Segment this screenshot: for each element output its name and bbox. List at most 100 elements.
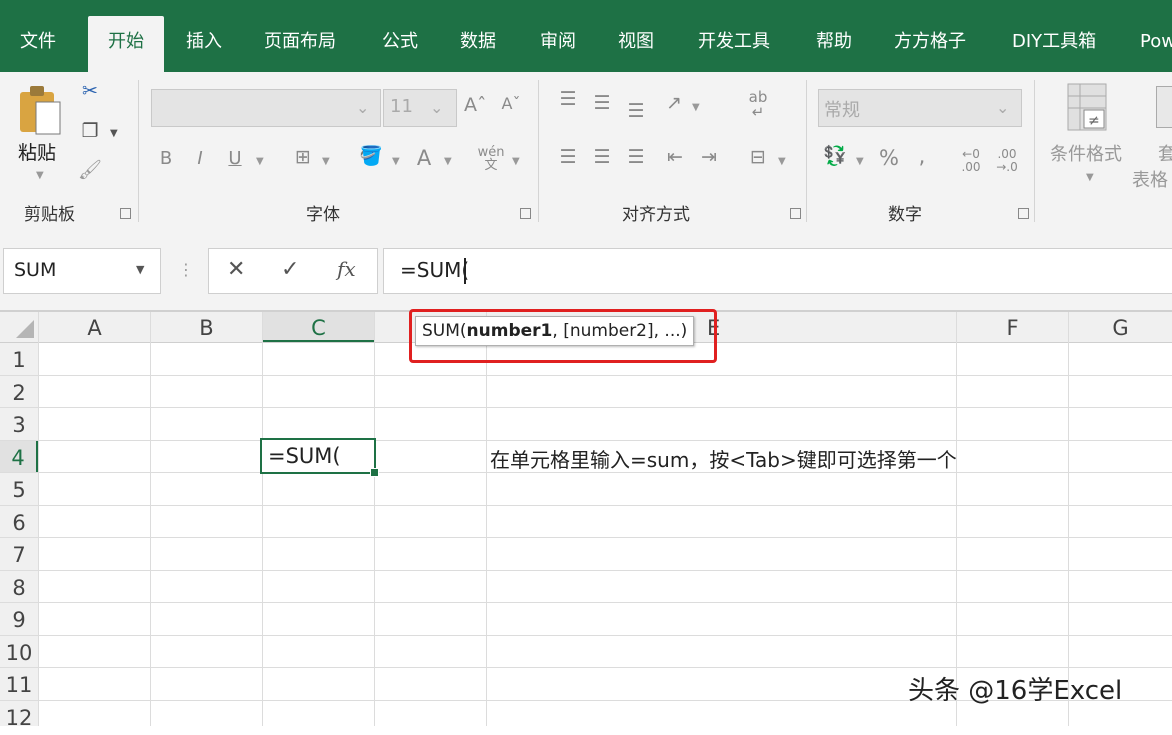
table-format-label-2[interactable]: 表格 [1132,166,1168,192]
align-center-icon[interactable]: ☰ [590,146,614,168]
row-header-8[interactable]: 8 [0,571,38,603]
tab-formulas[interactable]: 公式 [382,16,418,72]
align-left-icon[interactable]: ☰ [556,146,580,168]
align-top-icon[interactable]: ☰ [556,88,580,110]
phonetic-dropdown-icon[interactable]: ▼ [512,156,520,167]
row-header-1[interactable]: 1 [0,343,38,375]
select-all-button[interactable] [0,312,38,342]
tab-fangfang[interactable]: 方方格子 [894,16,966,72]
conditional-format-icon[interactable]: ≠ [1066,82,1110,132]
copy-icon[interactable]: ❐ [76,120,104,142]
row-header-7[interactable]: 7 [0,538,38,570]
font-color-dropdown-icon[interactable]: ▼ [444,156,452,167]
conditional-format-button[interactable]: 条件格式 [1050,140,1122,166]
separator [806,80,807,222]
copy-dropdown-icon[interactable]: ▼ [110,128,118,139]
increase-decimal-icon[interactable]: ←0.00 [956,148,986,174]
fill-handle[interactable] [370,468,379,477]
border-icon[interactable]: ⊞ [290,146,316,168]
column-header-c[interactable]: C [263,312,374,342]
column-header-a[interactable]: A [39,312,150,342]
tab-help[interactable]: 帮助 [816,16,852,72]
formula-input[interactable]: =SUM( [383,248,1172,294]
font-name-select[interactable] [151,89,381,127]
cut-icon[interactable]: ✂ [76,80,104,102]
row-header-11[interactable]: 11 [0,668,38,700]
name-box[interactable]: SUM ▼ [3,248,161,294]
format-painter-icon[interactable]: 🖌 [76,158,104,181]
orientation-icon[interactable]: ↗ [662,92,686,114]
row-header-5[interactable]: 5 [0,473,38,505]
row-header-10[interactable]: 10 [0,636,38,668]
row-header-6[interactable]: 6 [0,506,38,538]
increase-font-icon[interactable]: Aˆ [464,94,487,116]
align-middle-icon[interactable]: ☰ [590,92,614,114]
currency-icon[interactable]: 💱 [822,144,848,167]
number-format-value: 常规 [824,100,860,121]
tab-file[interactable]: 文件 [20,16,56,72]
paste-dropdown-icon[interactable]: ▼ [36,170,44,181]
comma-button[interactable]: , [912,144,932,168]
decrease-indent-icon[interactable]: ⇤ [662,146,688,168]
row-header-9[interactable]: 9 [0,603,38,635]
decrease-decimal-icon[interactable]: .00 →.0 [992,148,1022,174]
paste-button[interactable]: 粘贴 [18,138,56,165]
border-dropdown-icon[interactable]: ▼ [322,156,330,167]
tab-diy-toolbox[interactable]: DIY工具箱 [1012,16,1096,72]
underline-button[interactable]: U [224,148,246,169]
chevron-down-icon[interactable]: ▼ [136,263,144,276]
column-header-f[interactable]: F [957,312,1068,342]
conditional-format-dropdown-icon[interactable]: ▼ [1086,172,1094,183]
currency-dropdown-icon[interactable]: ▼ [856,156,864,167]
clipboard-launcher-icon[interactable] [120,208,131,219]
fill-dropdown-icon[interactable]: ▼ [392,156,400,167]
merge-center-icon[interactable]: ⊟ [744,146,772,168]
tooltip-rest[interactable]: , [number2], ...) [552,321,687,341]
tab-power[interactable]: Pow [1140,16,1172,72]
align-bottom-icon[interactable]: ☰ [624,100,648,122]
ribbon-tab-bar: 文件 开始 插入 页面布局 公式 数据 审阅 视图 开发工具 帮助 方方格子 D… [0,0,1172,72]
active-cell-text: =SUM( [268,444,341,468]
separator [538,80,539,222]
tab-home[interactable]: 开始 [88,16,164,72]
bold-button[interactable]: B [156,148,176,169]
orientation-dropdown-icon[interactable]: ▼ [692,102,700,113]
font-launcher-icon[interactable] [520,208,531,219]
row-header-2[interactable]: 2 [0,376,38,408]
phonetic-icon[interactable]: wén 文 [476,146,506,172]
paste-icon[interactable] [18,84,62,136]
separator [138,80,139,222]
tab-view[interactable]: 视图 [618,16,654,72]
underline-dropdown-icon[interactable]: ▼ [256,156,264,167]
tab-page-layout[interactable]: 页面布局 [264,16,336,72]
increase-indent-icon[interactable]: ⇥ [696,146,722,168]
row-header-4[interactable]: 4 [0,441,38,473]
tab-insert[interactable]: 插入 [186,16,222,72]
column-header-g[interactable]: G [1069,312,1172,342]
table-format-icon[interactable] [1156,86,1172,128]
decrease-font-icon[interactable]: Aˇ [500,94,522,113]
insert-function-button[interactable]: fx [337,257,356,281]
number-launcher-icon[interactable] [1018,208,1029,219]
tab-review[interactable]: 审阅 [540,16,576,72]
enter-button[interactable]: ✓ [281,257,299,282]
align-right-icon[interactable]: ☰ [624,146,648,168]
active-cell-c4[interactable]: =SUM( [260,438,379,477]
tooltip-arg-number1[interactable]: number1 [467,321,553,341]
column-header-b[interactable]: B [151,312,262,342]
row-header-12[interactable]: 12 [0,701,38,730]
italic-button[interactable]: I [190,148,210,169]
row-header-3[interactable]: 3 [0,408,38,440]
wrap-text-icon[interactable]: ab ↵ [744,90,772,120]
align-launcher-icon[interactable] [790,208,801,219]
tab-data[interactable]: 数据 [460,16,496,72]
font-color-button[interactable]: A [412,146,436,170]
merge-dropdown-icon[interactable]: ▼ [778,156,786,167]
percent-button[interactable]: % [876,146,902,170]
fill-color-icon[interactable]: 🪣 [358,144,384,167]
function-tooltip: SUM(number1, [number2], ...) [415,316,695,346]
worksheet-grid[interactable] [0,310,1172,726]
table-format-label[interactable]: 套 [1158,140,1172,166]
tab-developer[interactable]: 开发工具 [698,16,770,72]
cancel-button[interactable]: ✕ [227,257,245,282]
